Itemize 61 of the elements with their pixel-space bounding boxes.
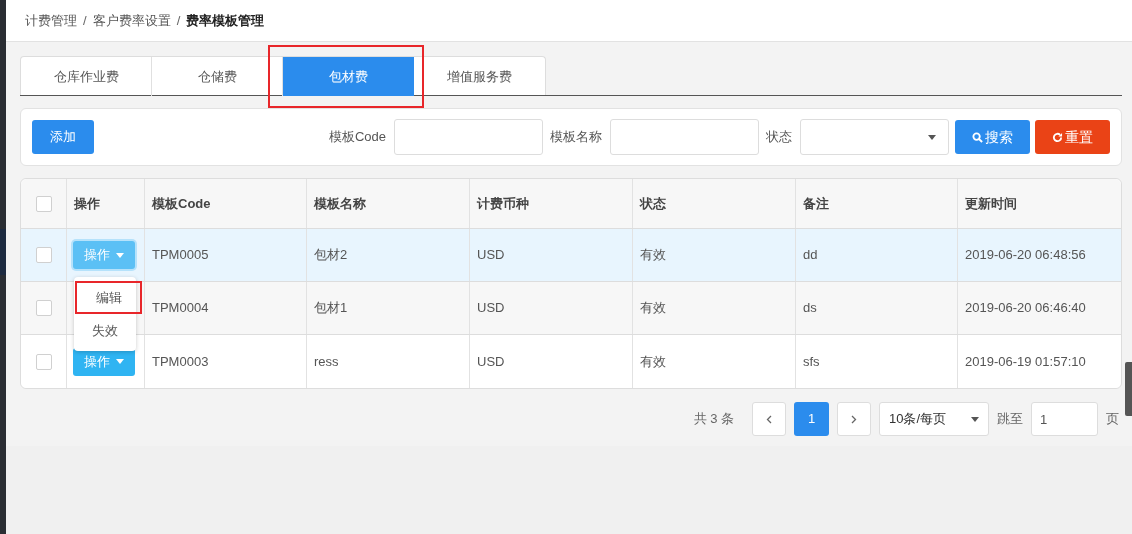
tab[interactable]: 增值服务费 xyxy=(414,57,545,96)
column-header: 状态 xyxy=(640,194,666,213)
scrollbar[interactable] xyxy=(1125,362,1132,416)
breadcrumb-separator: / xyxy=(176,11,181,30)
table-cell-text: 有效 xyxy=(640,352,666,371)
table-cell-text: 包材2 xyxy=(314,246,348,265)
page-size-select[interactable]: 10条/每页 xyxy=(879,402,989,436)
caret-icon xyxy=(116,252,124,258)
table-cell-text: dd xyxy=(803,246,818,265)
table-cell-text: 有效 xyxy=(640,299,666,318)
filter-input[interactable] xyxy=(394,119,543,155)
caret-icon xyxy=(928,134,936,140)
table-cell-text: USD xyxy=(477,352,505,371)
chevron-right-icon xyxy=(851,414,857,424)
jump-label: 跳至 xyxy=(997,410,1023,429)
table-cell-text: 2019-06-19 01:57:10 xyxy=(965,352,1086,371)
table-cell-text: 有效 xyxy=(640,246,666,265)
status-select[interactable] xyxy=(800,119,949,155)
table-cell-text: sfs xyxy=(803,352,820,371)
checkbox[interactable] xyxy=(35,247,52,263)
filter-label: 状态 xyxy=(766,128,792,147)
column-header: 模板Code xyxy=(152,194,211,213)
page-input[interactable]: 1 xyxy=(1031,402,1098,436)
caret-icon xyxy=(116,359,124,364)
total-count: 共 3 条 xyxy=(693,410,734,429)
table-cell-text: TPM0004 xyxy=(152,299,209,318)
search-icon xyxy=(972,131,983,143)
column-header: 备注 xyxy=(803,194,829,213)
refresh-icon xyxy=(1052,131,1063,143)
previous-page-button[interactable] xyxy=(752,402,786,436)
table-cell-text: 2019-06-20 06:48:56 xyxy=(965,246,1086,265)
next-page-button[interactable] xyxy=(837,402,871,436)
column-header: 更新时间 xyxy=(965,194,1017,213)
filter-label: 模板名称 xyxy=(550,128,602,147)
table-cell-text: ds xyxy=(803,299,817,318)
page-suffix: 页 xyxy=(1106,410,1119,429)
table-cell-text: 2019-06-20 06:46:40 xyxy=(965,299,1086,318)
filter-label: 模板Code xyxy=(328,128,386,147)
table-row[interactable]: 操作 TPM0005 包材2 USD 有效 dd 2019-06-20 06:48:56 xyxy=(21,229,1121,282)
column-header: 模板名称 xyxy=(314,194,366,213)
breadcrumb-item[interactable]: 客户费率设置 xyxy=(92,10,171,31)
chevron-left-icon xyxy=(766,414,772,424)
column-header: 操作 xyxy=(74,194,100,213)
table-cell-text: ress xyxy=(314,352,339,371)
table-cell-text: TPM0005 xyxy=(152,246,209,265)
table-cell-text: USD xyxy=(477,246,505,265)
breadcrumb-item[interactable]: 计费管理 xyxy=(25,10,77,31)
checkbox[interactable] xyxy=(35,353,52,370)
breadcrumb-item: 费率模板管理 xyxy=(186,11,265,30)
checkbox[interactable] xyxy=(35,195,52,212)
table-cell-text: TPM0003 xyxy=(152,352,209,371)
table-cell-text: 包材1 xyxy=(314,299,348,318)
menu-item[interactable]: 编辑 xyxy=(75,281,142,314)
table-cell-text: USD xyxy=(477,299,505,318)
reset-button[interactable]: 重置 xyxy=(1035,120,1110,154)
tab[interactable]: 仓库作业费 xyxy=(21,57,152,96)
filter-input[interactable] xyxy=(610,119,759,155)
column-header: 计费币种 xyxy=(477,194,529,213)
caret-icon xyxy=(971,416,979,422)
breadcrumb-separator: / xyxy=(83,11,87,30)
checkbox[interactable] xyxy=(35,300,52,316)
